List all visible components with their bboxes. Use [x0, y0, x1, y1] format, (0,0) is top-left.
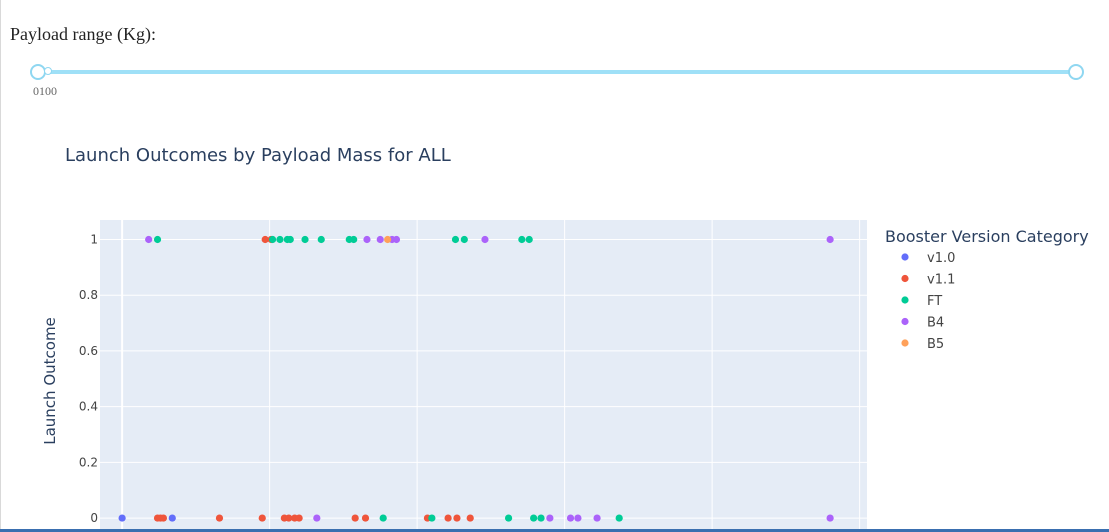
legend-label: B5 [927, 337, 944, 352]
y-tick-label: 0.8 [79, 288, 98, 302]
data-point [453, 514, 461, 522]
data-point [504, 514, 513, 522]
data-point [546, 514, 554, 522]
legend-marker [901, 253, 909, 261]
data-point [615, 514, 623, 522]
data-point [145, 235, 153, 244]
data-point [351, 514, 359, 522]
plot-area [100, 220, 867, 532]
legend-marker [901, 296, 909, 304]
y-axis-title: Launch Outcome [41, 317, 59, 445]
y-tick-label: 0.4 [79, 400, 98, 414]
y-tick-label: 1 [90, 233, 98, 247]
data-point [593, 514, 601, 522]
data-point [118, 514, 126, 522]
legend-label: FT [927, 294, 942, 309]
data-point [268, 235, 277, 244]
legend-label: B4 [927, 316, 944, 331]
data-point [460, 235, 468, 244]
data-point [444, 514, 452, 522]
data-point [466, 514, 474, 522]
data-point [363, 235, 371, 244]
legend-marker [901, 339, 909, 347]
data-point [215, 514, 224, 522]
y-tick-label: 0.6 [79, 344, 98, 358]
data-point [295, 514, 303, 522]
data-point [566, 514, 575, 522]
y-tick-label: 0 [90, 511, 98, 525]
legend-label: v1.1 [927, 273, 955, 288]
legend-title: Booster Version Category [885, 227, 1089, 246]
data-point [361, 514, 370, 522]
data-point [286, 235, 294, 244]
data-point [574, 514, 582, 522]
data-point [384, 235, 392, 244]
data-point [826, 514, 834, 522]
data-point [379, 514, 387, 522]
data-point [428, 514, 436, 522]
data-point [159, 514, 168, 522]
data-point [350, 235, 358, 244]
data-point [376, 235, 384, 244]
data-point [481, 235, 489, 244]
data-point [518, 235, 526, 244]
data-point [451, 235, 460, 244]
data-point [317, 235, 325, 244]
data-point [826, 235, 834, 244]
data-point [301, 235, 309, 244]
legend-marker [901, 274, 909, 283]
data-point [313, 514, 321, 522]
data-point [537, 514, 545, 522]
data-point [153, 235, 162, 244]
legend-marker [901, 317, 909, 326]
scatter-chart: 0 0.2 0.4 0.6 0.8 1 Launch Outcome Booster Vers… [41, 220, 1089, 532]
y-tick-label: 0.2 [79, 455, 98, 469]
data-point [525, 235, 533, 244]
legend-label: v1.0 [927, 251, 955, 266]
data-point [392, 235, 401, 244]
data-point [530, 514, 538, 522]
data-point [276, 235, 284, 244]
data-point [258, 514, 266, 522]
data-point [168, 514, 176, 522]
